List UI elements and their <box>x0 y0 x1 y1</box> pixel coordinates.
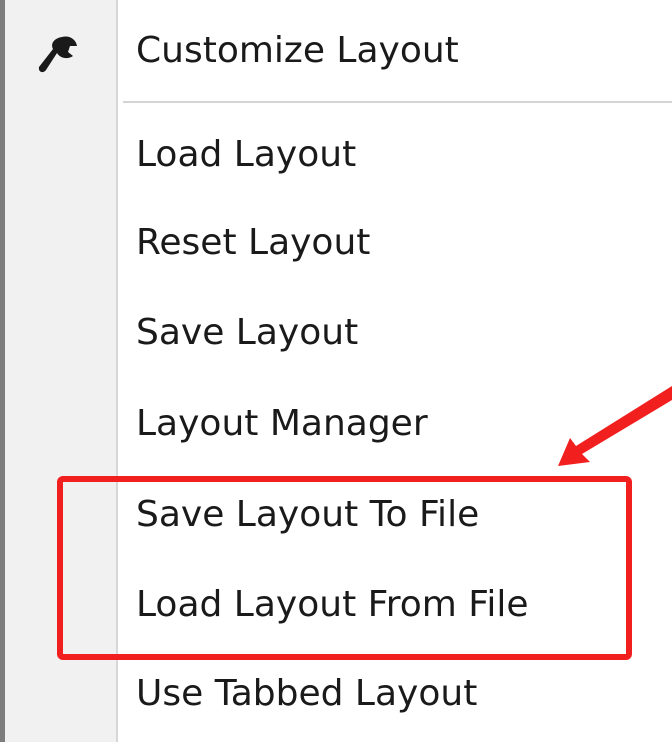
menu-item-layout-manager[interactable]: Layout Manager <box>5 392 672 456</box>
menu-item-label: Load Layout From File <box>136 584 529 625</box>
menu-item-customize-layout[interactable]: Customize Layout <box>5 19 672 83</box>
menu-item-label: Load Layout <box>136 134 357 175</box>
menu-item-label: Customize Layout <box>136 30 459 71</box>
menu-item-load-layout-from-file[interactable]: Load Layout From File <box>5 573 672 637</box>
menu-item-label: Use Tabbed Layout <box>136 673 478 714</box>
menu-item-label: Layout Manager <box>136 403 428 444</box>
menu-item-label: Reset Layout <box>136 222 371 263</box>
menu-item-save-layout-to-file[interactable]: Save Layout To File <box>5 483 672 547</box>
layout-context-menu: Customize Layout Load Layout Reset Layou… <box>0 0 672 742</box>
menu-item-label: Save Layout <box>136 312 359 353</box>
wrench-icon <box>36 35 80 75</box>
menu-item-save-layout[interactable]: Save Layout <box>5 301 672 365</box>
menu-item-load-layout[interactable]: Load Layout <box>5 123 672 187</box>
menu-separator <box>123 101 672 103</box>
menu-item-use-tabbed-layout[interactable]: Use Tabbed Layout <box>5 662 672 726</box>
menu-item-reset-layout[interactable]: Reset Layout <box>5 211 672 275</box>
menu-item-label: Save Layout To File <box>136 494 480 535</box>
